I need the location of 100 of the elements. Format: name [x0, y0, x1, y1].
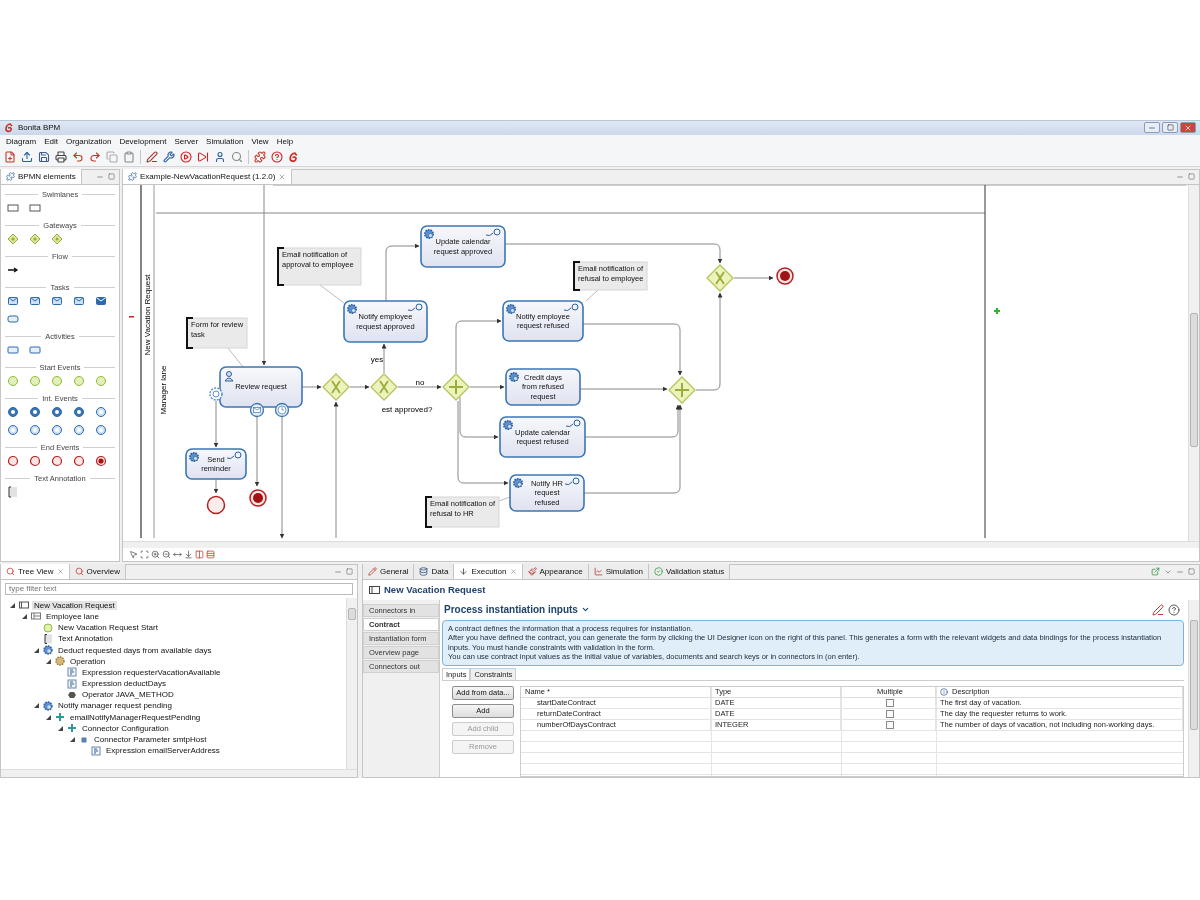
tree-item[interactable]: Operator JAVA_METHOD — [80, 690, 176, 700]
start-event-icon[interactable] — [29, 374, 41, 387]
logo-icon[interactable] — [4, 122, 14, 133]
scrollbar[interactable] — [1188, 184, 1199, 541]
tree-item[interactable]: Text Annotation — [56, 634, 115, 644]
scrollbar[interactable] — [123, 540, 1199, 548]
intermediate-event-icon[interactable] — [7, 423, 19, 436]
tree-item[interactable]: Deduct requested days from available days — [56, 645, 214, 655]
minimize-button[interactable] — [1144, 122, 1160, 134]
tree-item[interactable]: Notify manager request pending — [56, 701, 174, 711]
intermediate-event-icon[interactable] — [73, 405, 85, 418]
menu-item[interactable]: Diagram — [2, 137, 41, 147]
tree-item[interactable]: Expression requesterVacationAvailable — [80, 667, 223, 677]
menu-item[interactable]: Server — [170, 137, 203, 147]
intermediate-event-icon[interactable] — [51, 423, 63, 436]
tree-item[interactable]: Connector Configuration — [80, 723, 171, 733]
maximize-icon[interactable] — [1188, 568, 1195, 576]
expand-arrow-icon[interactable] — [45, 657, 52, 665]
maximize-icon[interactable] — [1188, 173, 1195, 181]
menu-item[interactable]: Help — [272, 137, 298, 147]
tree-item[interactable]: Connector Parameter smtpHost — [92, 735, 209, 744]
restore-button[interactable] — [1162, 122, 1178, 134]
puzzle-icon[interactable] — [254, 151, 266, 164]
printer-icon[interactable] — [55, 151, 67, 164]
intermediate-event-icon[interactable] — [29, 405, 41, 418]
new-file-icon[interactable] — [4, 151, 16, 164]
start-event-icon[interactable] — [7, 374, 19, 387]
end-event-icon[interactable] — [29, 454, 41, 467]
intermediate-event-icon[interactable] — [95, 423, 107, 436]
close-icon[interactable] — [278, 172, 287, 181]
logo-icon[interactable] — [288, 151, 299, 163]
tree-item[interactable]: Expression deductDays — [80, 679, 169, 689]
end-event-icon[interactable] — [73, 454, 85, 467]
maximize-icon[interactable] — [108, 173, 115, 181]
expand-arrow-icon[interactable] — [33, 646, 40, 654]
pen-icon[interactable] — [1152, 603, 1164, 616]
tree-item[interactable]: Operation — [68, 656, 108, 666]
open-view-icon[interactable] — [1151, 567, 1160, 577]
swimlane-icon[interactable] — [29, 201, 41, 214]
view-tab[interactable]: BPMN elements — [1, 169, 82, 185]
menu-item[interactable]: Development — [115, 137, 171, 147]
pointer-icon[interactable] — [129, 549, 138, 559]
checkbox[interactable] — [886, 698, 894, 707]
pen-icon[interactable] — [146, 151, 158, 164]
activity-icon[interactable] — [7, 343, 19, 356]
properties-tab[interactable]: Execution — [454, 564, 523, 580]
properties-tab[interactable]: Appearance — [522, 564, 589, 580]
scrollbar[interactable] — [1, 769, 357, 777]
arrow-down-icon[interactable] — [184, 549, 193, 559]
skip-forward-icon[interactable] — [197, 151, 209, 164]
end-event-icon[interactable] — [95, 454, 107, 467]
intermediate-event-icon[interactable] — [95, 405, 107, 418]
editor-tab[interactable]: Example-NewVacationRequest (1.2.0) — [123, 169, 293, 185]
start-event-icon[interactable] — [73, 374, 85, 387]
tree-item[interactable]: emailNotifyManagerRequestPending — [68, 712, 203, 722]
columns-icon[interactable] — [195, 549, 204, 559]
upload-icon[interactable] — [21, 151, 33, 164]
expand-arrow-icon[interactable] — [21, 612, 28, 620]
horizontal-arrows-icon[interactable] — [173, 549, 182, 559]
activity-icon[interactable] — [29, 343, 41, 356]
expand-arrow-icon[interactable] — [45, 713, 52, 721]
properties-tab[interactable]: Validation status — [649, 564, 731, 580]
close-button[interactable] — [1180, 122, 1196, 134]
search-icon[interactable] — [231, 151, 243, 164]
tree-item[interactable]: Employee lane — [44, 611, 101, 621]
annotation-icon[interactable] — [7, 485, 19, 498]
properties-tab[interactable]: Simulation — [588, 564, 650, 580]
properties-tab[interactable]: Data — [414, 564, 455, 580]
maximize-icon[interactable] — [346, 568, 353, 576]
view-tab[interactable]: Tree View — [1, 564, 70, 580]
play-icon[interactable] — [180, 151, 192, 164]
expand-arrow-icon[interactable] — [57, 724, 64, 732]
start-event-icon[interactable] — [95, 374, 107, 387]
checkbox[interactable] — [886, 720, 894, 729]
gateway-icon[interactable] — [29, 232, 41, 245]
zoom-out-icon[interactable] — [162, 549, 171, 559]
scrollbar[interactable] — [346, 597, 357, 769]
intermediate-event-icon[interactable] — [51, 405, 63, 418]
filter-field[interactable]: type filter text — [5, 582, 353, 595]
menu-item[interactable]: Simulation — [202, 137, 248, 147]
properties-tab[interactable]: General — [363, 564, 415, 580]
expand-arrow-icon[interactable] — [33, 702, 40, 710]
zoom-in-icon[interactable] — [151, 549, 160, 559]
intermediate-event-icon[interactable] — [29, 423, 41, 436]
end-event-icon[interactable] — [7, 454, 19, 467]
expand-arrow-icon[interactable] — [69, 736, 76, 743]
help-icon[interactable] — [1168, 603, 1180, 616]
clipboard-icon[interactable] — [123, 151, 135, 164]
redo-icon[interactable] — [89, 151, 101, 164]
help-icon[interactable] — [271, 151, 283, 164]
view-tab[interactable]: Overview — [69, 564, 126, 580]
checkbox[interactable] — [886, 709, 894, 718]
intermediate-event-icon[interactable] — [7, 405, 19, 418]
menu-item[interactable]: View — [247, 137, 273, 147]
undo-icon[interactable] — [72, 151, 84, 164]
end-event-icon[interactable] — [51, 454, 63, 467]
expand-arrow-icon[interactable] — [9, 601, 16, 609]
tree-item[interactable]: New Vacation Request — [32, 600, 117, 610]
gateway-icon[interactable] — [7, 232, 19, 245]
marquee-icon[interactable] — [140, 549, 149, 559]
